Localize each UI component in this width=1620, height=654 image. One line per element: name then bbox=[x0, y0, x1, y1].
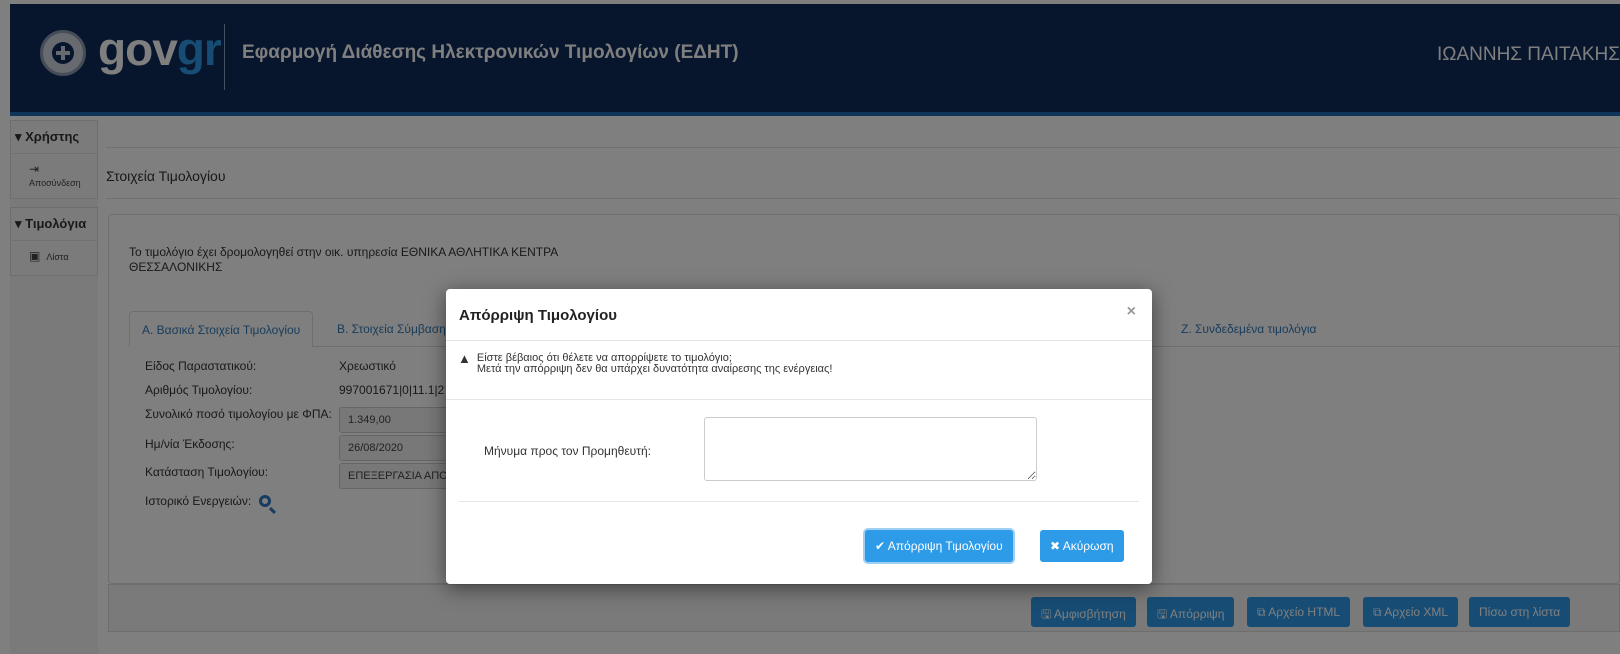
dialog-title: Απόρριψη Τιμολογίου bbox=[459, 307, 617, 324]
button-label: Ακύρωση bbox=[1062, 539, 1114, 553]
supplier-message-textarea[interactable] bbox=[704, 417, 1037, 481]
x-icon: ✖ bbox=[1050, 539, 1063, 553]
confirm-reject-button[interactable]: ✔ Απόρριψη Τιμολογίου bbox=[865, 530, 1013, 562]
check-icon: ✔ bbox=[875, 539, 888, 553]
divider bbox=[459, 501, 1139, 502]
divider bbox=[446, 399, 1152, 400]
button-label: Απόρριψη Τιμολογίου bbox=[887, 539, 1003, 553]
cancel-button[interactable]: ✖ Ακύρωση bbox=[1040, 530, 1124, 562]
close-icon[interactable]: × bbox=[1127, 303, 1136, 321]
warning-icon: ▲ bbox=[458, 351, 471, 366]
dialog-header: Απόρριψη Τιμολογίου × bbox=[446, 289, 1152, 341]
warning-line-2: Μετά την απόρριψη δεν θα υπάρχει δυνατότ… bbox=[476, 363, 833, 375]
warning-message: ▲ Είστε βέβαιος ότι θέλετε να απορρίψετε … bbox=[458, 351, 833, 375]
reject-invoice-dialog: Απόρριψη Τιμολογίου × ▲ Είστε βέβαιος ότι… bbox=[446, 289, 1152, 584]
supplier-message-label: Μήνυμα προς τον Προμηθευτή: bbox=[484, 444, 651, 458]
